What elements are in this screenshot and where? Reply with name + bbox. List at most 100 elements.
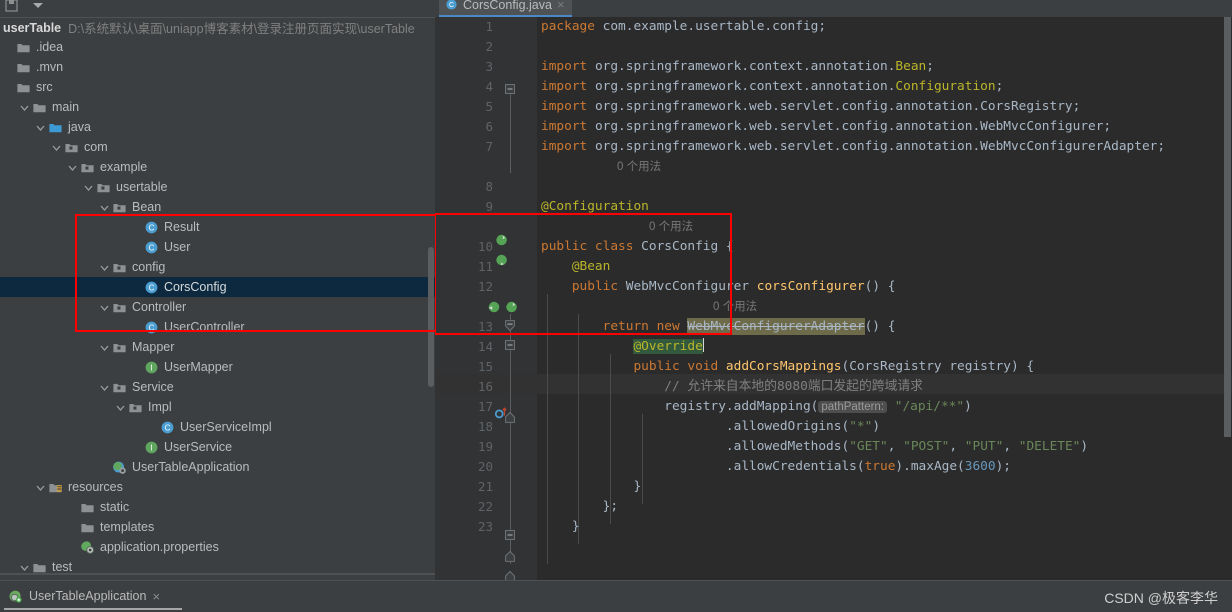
chevron-down-icon[interactable]: [99, 262, 110, 273]
code-token: (CorsRegistry registry) {: [841, 359, 1035, 374]
tree-node--mvn[interactable]: .mvn: [0, 57, 435, 77]
code-line[interactable]: 22 };: [435, 497, 1232, 517]
close-icon[interactable]: ×: [152, 589, 160, 604]
code-line[interactable]: 7 import org.springframework.web.servlet.…: [435, 137, 1232, 157]
tree-node-label: usertable: [116, 180, 168, 194]
fold-marker-end[interactable]: [505, 565, 516, 580]
code-lines[interactable]: 1 package com.example.usertable.config; 2 3…: [435, 17, 1232, 580]
usage-inlay-hint[interactable]: 0 个用法: [617, 157, 661, 177]
chevron-down-icon[interactable]: [99, 202, 110, 213]
tree-node-config[interactable]: config: [0, 257, 435, 277]
tree-node-bean[interactable]: Bean: [0, 197, 435, 217]
tree-node-com[interactable]: com: [0, 137, 435, 157]
tree-node-label: UserTableApplication: [132, 460, 250, 474]
code-token: public: [571, 279, 626, 294]
code-line[interactable]: 9 @Configuration: [435, 197, 1232, 217]
java-class-icon: C: [446, 0, 457, 10]
tree-node-resources[interactable]: resources: [0, 477, 435, 497]
code-line[interactable]: 14 @Override: [435, 337, 1232, 357]
usage-inlay-hint[interactable]: 0 个用法: [713, 297, 757, 317]
text-caret: [702, 338, 704, 352]
chevron-down-icon[interactable]: [35, 482, 46, 493]
fold-marker-expand[interactable]: [505, 406, 516, 426]
project-tree[interactable]: .idea .mvn src main java com example usertable B…: [0, 37, 435, 575]
tree-node-usermapper[interactable]: I UserMapper: [0, 357, 435, 377]
code-line[interactable]: 12 public WebMvcConfigurer corsConfigure…: [435, 277, 1232, 297]
tree-node-java[interactable]: java: [0, 117, 435, 137]
fold-marker-collapse[interactable]: [505, 525, 516, 545]
run-tab-usertableapplication[interactable]: UserTableApplication ×: [8, 585, 160, 607]
tree-node-mapper[interactable]: Mapper: [0, 337, 435, 357]
code-line[interactable]: 2: [435, 37, 1232, 57]
project-header[interactable]: userTable D:\系统默认\桌面\uniapp博客素材\登录注册页面实现…: [0, 17, 435, 37]
sidebar-scrollbar[interactable]: [428, 247, 434, 387]
editor-tab-corsconfig[interactable]: C CorsConfig.java ×: [439, 0, 572, 17]
tree-node-templates[interactable]: templates: [0, 517, 435, 537]
code-line[interactable]: 8: [435, 177, 1232, 197]
java-class-icon: C: [144, 220, 159, 235]
code-line[interactable]: 19 .allowedMethods("GET", "POST", "PUT",…: [435, 437, 1232, 457]
code-line[interactable]: 15 public void addCorsMappings(CorsRegis…: [435, 357, 1232, 377]
code-line[interactable]: 13 return new WebMvcConfigurerAdapter() …: [435, 317, 1232, 337]
code-line[interactable]: 6 import org.springframework.web.servlet.…: [435, 117, 1232, 137]
code-line[interactable]: 4 import org.springframework.context.anno…: [435, 77, 1232, 97]
chevron-down-icon[interactable]: [19, 102, 30, 113]
code-line[interactable]: 10 public class CorsConfig {: [435, 237, 1232, 257]
package-icon: [128, 400, 143, 415]
tree-node-controller[interactable]: Controller: [0, 297, 435, 317]
fold-marker-region[interactable]: [505, 315, 516, 335]
fold-marker-end[interactable]: [505, 545, 516, 565]
save-all-icon[interactable]: [4, 0, 20, 13]
chevron-down-icon[interactable]: [19, 562, 30, 573]
tree-node-usercontroller[interactable]: C UserController: [0, 317, 435, 337]
tree-node-main[interactable]: main: [0, 97, 435, 117]
tree-node-usertableapplication[interactable]: UserTableApplication: [0, 457, 435, 477]
code-line[interactable]: 3 import org.springframework.context.anno…: [435, 57, 1232, 77]
spring-bean-gutter-icon[interactable]: [495, 253, 509, 267]
tree-node-example[interactable]: example: [0, 157, 435, 177]
code-line[interactable]: 11 @Bean: [435, 257, 1232, 277]
code-text: import org.springframework.context.annot…: [541, 77, 1003, 97]
tree-node-src[interactable]: src: [0, 77, 435, 97]
chevron-down-icon[interactable]: [99, 302, 110, 313]
usage-inlay-hint[interactable]: 0 个用法: [649, 217, 693, 237]
tree-node--idea[interactable]: .idea: [0, 37, 435, 57]
tree-node-userservice[interactable]: I UserService: [0, 437, 435, 457]
code-line[interactable]: 16 // 允许来自本地的8080端口发起的跨域请求: [435, 377, 1232, 397]
chevron-down-icon[interactable]: [115, 402, 126, 413]
code-line[interactable]: 1 package com.example.usertable.config;: [435, 17, 1232, 37]
tree-node-impl[interactable]: Impl: [0, 397, 435, 417]
code-line[interactable]: 20 .allowCredentials(true).maxAge(3600);: [435, 457, 1232, 477]
tree-node-usertable[interactable]: usertable: [0, 177, 435, 197]
code-canvas[interactable]: 1 package com.example.usertable.config; 2 3…: [435, 17, 1232, 580]
code-line[interactable]: 18 .allowedOrigins("*"): [435, 417, 1232, 437]
chevron-down-icon[interactable]: [99, 382, 110, 393]
fold-marker-collapse[interactable]: [505, 79, 516, 99]
chevron-down-icon[interactable]: [51, 142, 62, 153]
chevron-down-icon[interactable]: [99, 342, 110, 353]
tree-node-label: Bean: [132, 200, 162, 214]
spring-bean-gutter-icon[interactable]: [505, 300, 519, 314]
code-token: "POST": [903, 439, 950, 454]
spring-override-gutter-icon[interactable]: [487, 300, 501, 314]
chevron-down-icon[interactable]: [83, 182, 94, 193]
code-line[interactable]: 5 import org.springframework.web.servlet.…: [435, 97, 1232, 117]
tree-node-result[interactable]: C Result: [0, 217, 435, 237]
package-icon: [112, 380, 127, 395]
tree-node-corsconfig[interactable]: C CorsConfig: [0, 277, 435, 297]
editor-scrollbar[interactable]: [1224, 17, 1231, 437]
code-line[interactable]: 21 }: [435, 477, 1232, 497]
chevron-down-icon[interactable]: [30, 0, 46, 13]
code-line[interactable]: 17 registry.addMapping(pathPattern: "/ap…: [435, 397, 1232, 417]
close-icon[interactable]: ×: [557, 0, 565, 11]
chevron-down-icon[interactable]: [35, 122, 46, 133]
tree-node-service[interactable]: Service: [0, 377, 435, 397]
tree-node-userserviceimpl[interactable]: C UserServiceImpl: [0, 417, 435, 437]
chevron-down-icon[interactable]: [67, 162, 78, 173]
code-line[interactable]: 23 }: [435, 517, 1232, 537]
tree-node-static[interactable]: static: [0, 497, 435, 517]
tree-node-user[interactable]: C User: [0, 237, 435, 257]
tree-node-application-properties[interactable]: application.properties: [0, 537, 435, 557]
fold-marker-collapse[interactable]: [505, 335, 516, 355]
spring-bean-gutter-icon[interactable]: [495, 233, 509, 247]
